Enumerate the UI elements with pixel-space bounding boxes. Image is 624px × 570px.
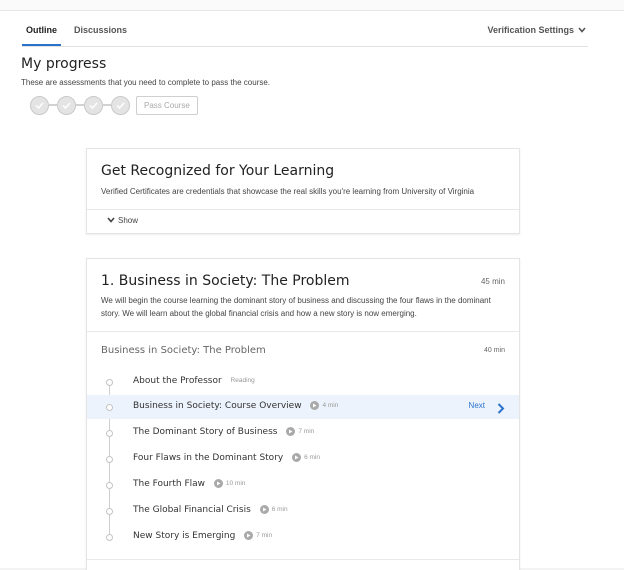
timeline-dot [106, 379, 113, 386]
module-card: 1. Business in Society: The Problem 45 m… [86, 258, 520, 570]
lesson-item-label: Business in Society: Course Overview [133, 401, 302, 411]
recognition-description: Verified Certificates are credentials th… [101, 187, 475, 196]
divider [87, 331, 519, 332]
timeline-dot [106, 534, 113, 541]
pass-course-badge: Pass Course [136, 95, 198, 115]
progress-connector [49, 104, 57, 106]
check-icon [116, 101, 125, 109]
timeline-dot [106, 456, 113, 463]
course-tabs: Outline Discussions Verification Setting… [22, 18, 588, 47]
timeline-dot [106, 482, 113, 489]
lesson-item-meta: 7 min [298, 428, 315, 435]
play-icon [310, 401, 320, 410]
progress-step [57, 95, 76, 115]
lesson-item-meta: 4 min [322, 402, 339, 409]
lesson-item-meta: 7 min [256, 532, 273, 539]
lesson-item-meta: 10 min [225, 480, 246, 487]
verification-settings-label: Verification Settings [487, 25, 574, 35]
tab-outline[interactable]: Outline [22, 25, 61, 46]
show-label: Show [118, 216, 139, 225]
progress-steps: Pass Course [30, 95, 198, 115]
lesson-item[interactable]: About the Professor Reading [87, 370, 519, 394]
recognition-card: Get Recognized for Your Learning Verifie… [86, 148, 520, 234]
lesson-item-label: About the Professor [133, 376, 222, 386]
progress-connector [76, 104, 84, 106]
play-icon [286, 427, 296, 436]
timeline-dot [106, 404, 113, 411]
module-title: 1. Business in Society: The Problem [101, 273, 350, 289]
play-icon [292, 453, 302, 462]
chevron-right-icon[interactable] [497, 401, 505, 419]
divider [87, 209, 519, 210]
top-bar [0, 0, 624, 11]
module-duration: 45 min [480, 277, 505, 286]
next-label[interactable]: Next [469, 401, 485, 410]
check-icon [62, 101, 71, 109]
chevron-down-icon [107, 216, 115, 225]
progress-subtitle: These are assessments that you need to c… [21, 78, 271, 87]
lesson-item[interactable]: The Fourth Flaw 10 min [87, 473, 519, 497]
progress-step [111, 95, 130, 115]
progress-step [84, 95, 103, 115]
tab-discussions[interactable]: Discussions [74, 25, 127, 35]
lesson-item[interactable]: New Story is Emerging 7 min [87, 525, 519, 549]
progress-connector [103, 104, 111, 106]
lesson-item-meta: Reading [230, 377, 255, 384]
lesson-title[interactable]: Business in Society: The Problem [101, 345, 266, 356]
verification-settings-button[interactable]: Verification Settings [487, 25, 586, 35]
show-toggle[interactable]: Show [107, 216, 138, 225]
module-description: We will begin the course learning the do… [101, 296, 491, 318]
timeline-dot [106, 430, 113, 437]
progress-title: My progress [21, 56, 107, 72]
lesson-duration: 40 min [483, 347, 505, 354]
lesson-item-label: New Story is Emerging [133, 531, 236, 541]
play-icon [213, 479, 223, 488]
divider [87, 559, 519, 560]
check-icon [35, 101, 44, 109]
lesson-item-label: The Dominant Story of Business [133, 427, 278, 437]
lesson-item[interactable]: Four Flaws in the Dominant Story 6 min [87, 447, 519, 471]
play-icon [259, 505, 269, 514]
lesson-item-active[interactable]: Business in Society: Course Overview 4 m… [87, 395, 519, 419]
play-icon [244, 531, 254, 540]
timeline-dot [106, 508, 113, 515]
lesson-item[interactable]: The Global Financial Crisis 6 min [87, 499, 519, 523]
course-page: Outline Discussions Verification Setting… [0, 0, 624, 570]
progress-step [30, 95, 49, 115]
lesson-item-label: Four Flaws in the Dominant Story [133, 453, 284, 463]
lesson-item-label: The Global Financial Crisis [133, 505, 251, 515]
chevron-down-icon [578, 27, 586, 33]
lesson-item-label: The Fourth Flaw [133, 479, 206, 489]
recognition-title: Get Recognized for Your Learning [101, 163, 335, 179]
lesson-item[interactable]: The Dominant Story of Business 7 min [87, 421, 519, 445]
lesson-item-meta: 6 min [271, 506, 288, 513]
check-icon [89, 101, 98, 109]
lesson-item-meta: 6 min [304, 454, 320, 461]
